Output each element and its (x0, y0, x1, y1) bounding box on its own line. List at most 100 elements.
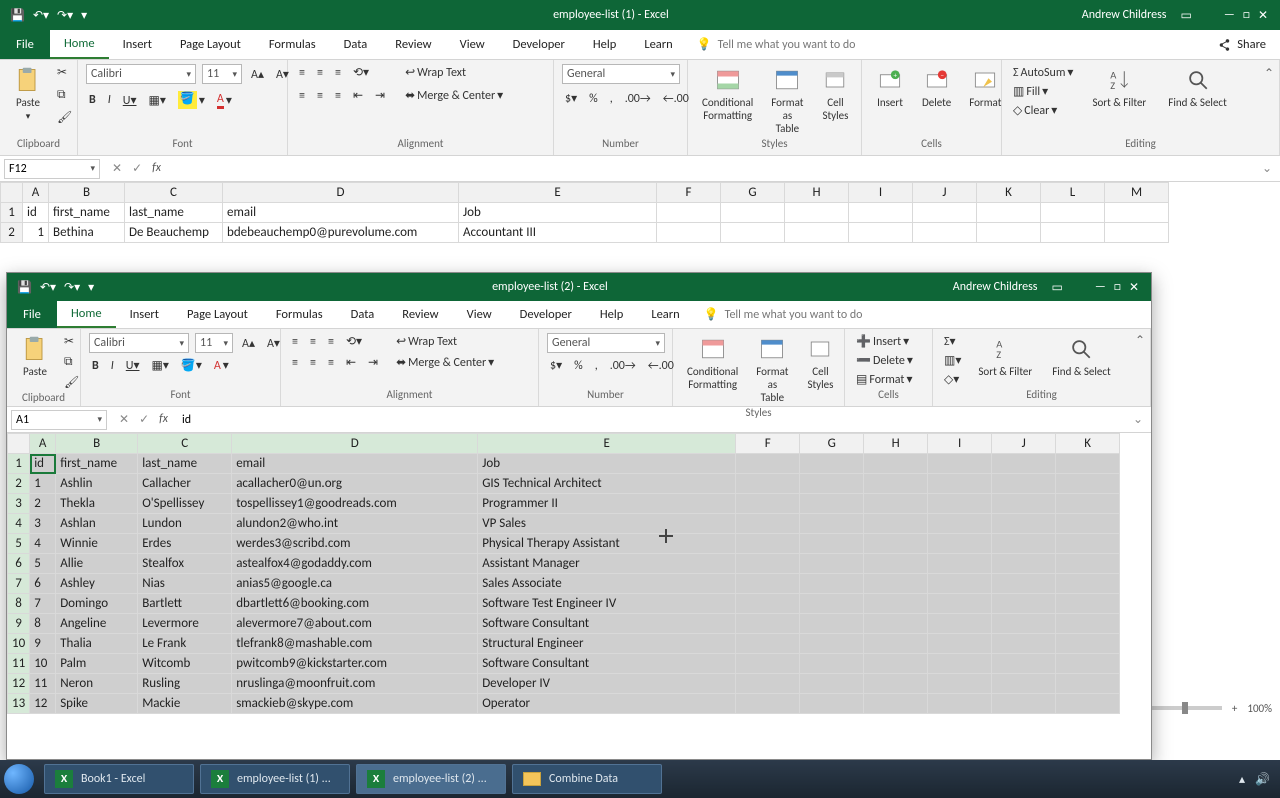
wrap-text-button[interactable]: ↩ Wrap Text (402, 64, 506, 81)
align-bottom-button[interactable]: ≡ (325, 334, 337, 350)
cell[interactable]: 1 (23, 223, 49, 243)
cell[interactable]: alundon2@who.int (232, 514, 478, 534)
align-top-button[interactable]: ≡ (296, 65, 308, 81)
start-button[interactable] (0, 760, 38, 798)
column-header[interactable]: J (913, 183, 977, 203)
cell[interactable] (992, 494, 1056, 514)
column-header[interactable]: B (49, 183, 125, 203)
cell[interactable] (928, 674, 992, 694)
cell[interactable] (736, 454, 800, 474)
cell[interactable]: Neron (56, 674, 138, 694)
cell[interactable]: Ashlin (56, 474, 138, 494)
cell[interactable] (928, 574, 992, 594)
tab-review[interactable]: Review (381, 30, 445, 59)
tab-home[interactable]: Home (50, 30, 109, 59)
cell[interactable] (1105, 223, 1169, 243)
cell[interactable] (736, 534, 800, 554)
cell[interactable]: Lundon (138, 514, 232, 534)
cell[interactable]: 4 (30, 534, 56, 554)
cell[interactable] (849, 223, 913, 243)
copy-button[interactable]: ⧉ (61, 354, 82, 370)
accept-formula-icon[interactable]: ✓ (139, 412, 149, 427)
format-painter-button[interactable]: 🖌 (61, 374, 82, 391)
cell[interactable] (721, 223, 785, 243)
cell[interactable] (849, 203, 913, 223)
tab-view[interactable]: View (446, 30, 499, 59)
row-header[interactable]: 1 (8, 454, 30, 474)
cell[interactable]: Thekla (56, 494, 138, 514)
cell[interactable] (1041, 203, 1105, 223)
cell[interactable]: 7 (30, 594, 56, 614)
cell[interactable]: Allie (56, 554, 138, 574)
align-right-button[interactable]: ≡ (325, 355, 337, 371)
cell[interactable]: Mackie (138, 694, 232, 714)
increase-decimal-button[interactable]: .00→ (622, 91, 654, 107)
undo-icon[interactable]: ↶▾ (40, 280, 56, 295)
cell[interactable]: Accountant III (459, 223, 657, 243)
format-as-table-button[interactable]: Format as Table (750, 333, 794, 406)
cell[interactable] (913, 203, 977, 223)
font-size-select[interactable]: 11 (195, 333, 233, 353)
cell[interactable]: Assistant Manager (478, 554, 736, 574)
orientation-button[interactable]: ⟲▾ (350, 64, 372, 81)
accept-formula-icon[interactable]: ✓ (132, 161, 142, 176)
row-header[interactable]: 6 (8, 554, 30, 574)
row-header[interactable]: 11 (8, 654, 30, 674)
underline-button[interactable]: U▾ (120, 92, 140, 109)
row-header[interactable]: 13 (8, 694, 30, 714)
accounting-format-button[interactable]: $▾ (547, 357, 565, 374)
tab-data[interactable]: Data (330, 30, 382, 59)
merge-center-button[interactable]: ⬌ Merge & Center ▾ (393, 354, 497, 371)
cell[interactable] (800, 654, 864, 674)
file-tab[interactable]: File (0, 30, 50, 59)
cell[interactable] (992, 554, 1056, 574)
qat-more-icon[interactable]: ▾ (88, 280, 94, 295)
formula-input[interactable] (176, 410, 1125, 430)
font-color-button[interactable]: A▾ (211, 357, 232, 374)
borders-button[interactable]: ▦▾ (146, 92, 169, 109)
fill-button[interactable]: ▥▾ (941, 352, 964, 369)
percent-format-button[interactable]: % (586, 91, 601, 107)
percent-format-button[interactable]: % (571, 358, 586, 374)
comma-format-button[interactable]: , (592, 358, 601, 374)
save-icon[interactable]: 💾 (10, 8, 25, 23)
cell[interactable] (864, 454, 928, 474)
cell[interactable] (800, 474, 864, 494)
row-header[interactable]: 1 (1, 203, 23, 223)
cell[interactable] (928, 474, 992, 494)
expand-formula-icon[interactable]: ⌄ (1254, 161, 1280, 176)
cell[interactable]: Domingo (56, 594, 138, 614)
tab-help[interactable]: Help (586, 301, 637, 328)
cell[interactable] (992, 534, 1056, 554)
column-header[interactable]: G (800, 434, 864, 454)
cell[interactable] (864, 614, 928, 634)
tab-developer[interactable]: Developer (506, 301, 586, 328)
cell-styles-button[interactable]: Cell Styles (800, 333, 840, 393)
close-button[interactable]: ✕ (1129, 280, 1139, 295)
cell[interactable] (657, 223, 721, 243)
cell[interactable]: email (223, 203, 459, 223)
find-select-button[interactable]: Find & Select (1162, 64, 1232, 111)
align-top-button[interactable]: ≡ (289, 334, 301, 350)
select-all-corner[interactable] (8, 434, 30, 454)
cell[interactable] (736, 574, 800, 594)
collapse-ribbon-icon[interactable]: ⌃ (1135, 333, 1145, 348)
column-header[interactable]: G (721, 183, 785, 203)
cell[interactable] (928, 454, 992, 474)
autosum-button[interactable]: Σ AutoSum ▾ (1010, 64, 1076, 81)
cell[interactable] (800, 574, 864, 594)
italic-button[interactable]: I (105, 92, 114, 108)
cell[interactable]: alevermore7@about.com (232, 614, 478, 634)
row-header[interactable]: 8 (8, 594, 30, 614)
increase-font-button[interactable]: A▴ (239, 335, 258, 352)
cell[interactable] (864, 514, 928, 534)
font-name-select[interactable]: Calibri (86, 64, 196, 84)
cell[interactable]: pwitcomb9@kickstarter.com (232, 654, 478, 674)
column-header[interactable]: K (1056, 434, 1120, 454)
align-center-button[interactable]: ≡ (307, 355, 319, 371)
cell[interactable]: Spike (56, 694, 138, 714)
cell[interactable] (736, 494, 800, 514)
cell[interactable]: Job (459, 203, 657, 223)
worksheet-grid[interactable]: ABCDEFGHIJK1idfirst_namelast_nameemailJo… (7, 433, 1151, 714)
italic-button[interactable]: I (108, 358, 117, 374)
